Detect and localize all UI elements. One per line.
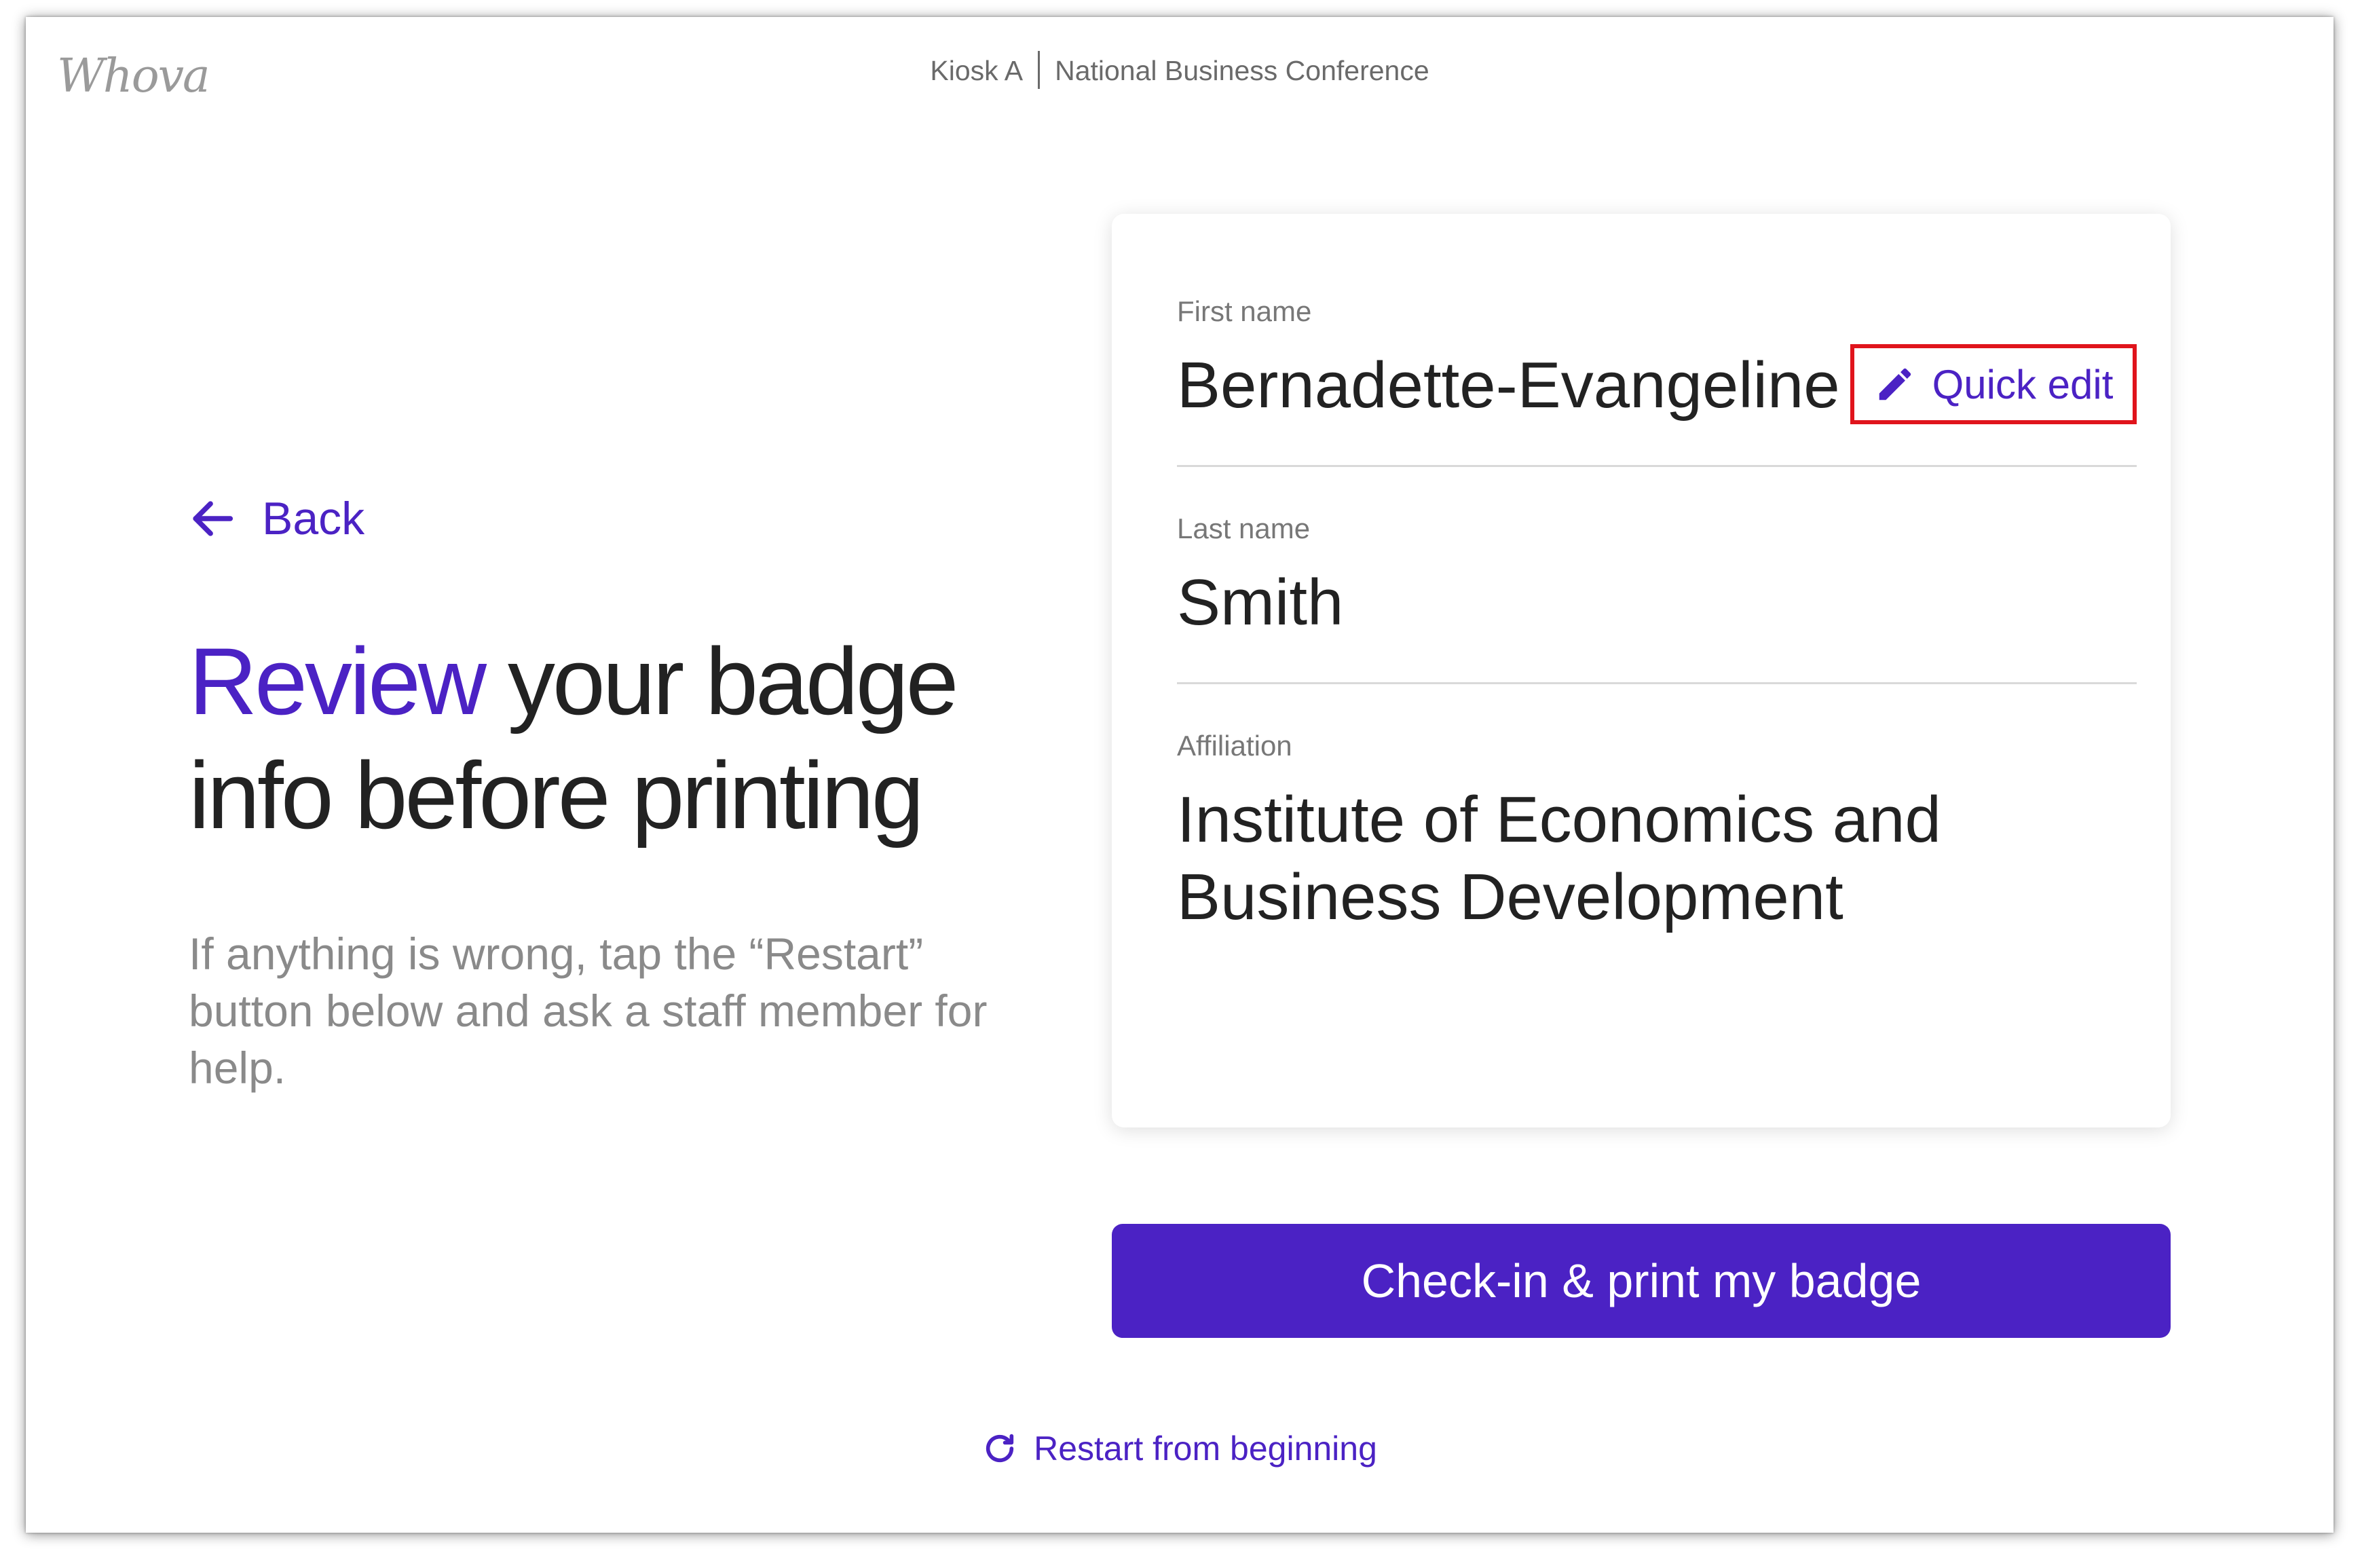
page-title: Review your badge info before printing [189,624,1071,853]
field-divider [1177,682,2137,684]
event-name: National Business Conference [1055,54,1429,86]
restart-label: Restart from beginning [1034,1430,1377,1468]
refresh-icon [986,1434,1014,1463]
back-button[interactable]: Back [189,492,364,545]
last-name-value: Smith [1177,566,1344,639]
quick-edit-label: Quick edit [1932,361,2114,407]
last-name-field: Last name Smith [1177,512,2137,684]
title-accent: Review [189,628,487,734]
last-name-label: Last name [1177,512,1311,544]
kiosk-window: Whova Kiosk A National Business Conferenc… [26,17,2334,1533]
back-label: Back [262,493,365,544]
badge-info-card: First name Bernadette-Evangeline Quick e… [1112,214,2171,1127]
checkin-print-button[interactable]: Check-in & print my badge [1112,1224,2171,1338]
quick-edit-button[interactable]: Quick edit [1850,344,2137,424]
restart-button[interactable]: Restart from beginning [26,1429,2334,1468]
pencil-icon [1879,368,1911,400]
page-subtitle: If anything is wrong, tap the “Restart” … [189,929,988,1093]
affiliation-value: Institute of Economics and Business Deve… [1177,783,1941,933]
field-divider [1177,465,2137,467]
kiosk-header: Kiosk A National Business Conference [26,51,2334,92]
first-name-label: First name [1177,295,1312,327]
affiliation-label: Affiliation [1177,730,1292,762]
affiliation-field: Affiliation Institute of Economics and B… [1177,730,2137,936]
arrow-left-icon [193,501,233,536]
header-divider [1038,51,1041,89]
first-name-field: First name Bernadette-Evangeline Quick e… [1177,295,2137,467]
kiosk-name: Kiosk A [930,54,1024,86]
